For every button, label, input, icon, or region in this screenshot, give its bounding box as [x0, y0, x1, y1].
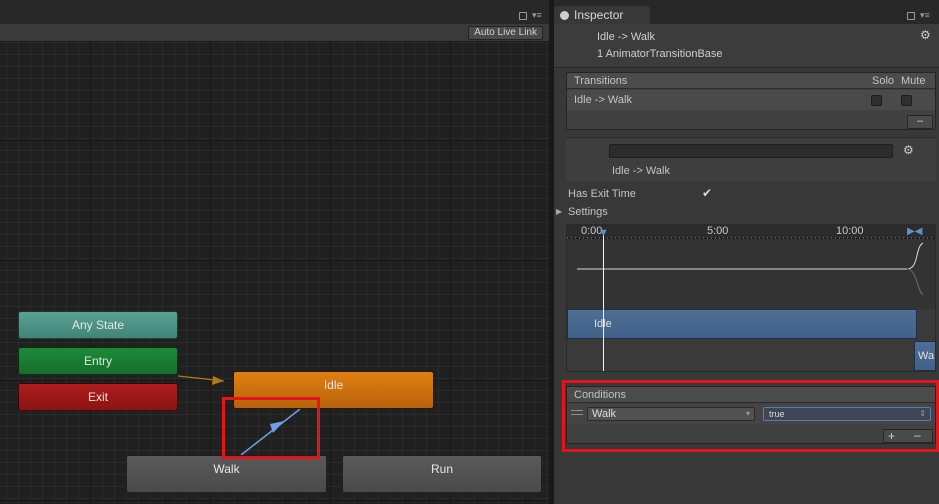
- state-node-any-state[interactable]: Any State: [18, 311, 178, 339]
- timeline-playhead[interactable]: [603, 233, 604, 371]
- inspector-title: Idle -> Walk: [597, 31, 655, 43]
- entry-to-idle-arrowhead: [212, 376, 224, 385]
- transition-timeline[interactable]: 0:00 5:00 10:00 ▶◀ Idle Wa ▼: [566, 224, 936, 372]
- inspector-subtitle: 1 AnimatorTransitionBase: [597, 48, 723, 60]
- info-icon: [560, 11, 569, 20]
- transitions-header: Transitions Solo Mute: [567, 73, 935, 89]
- animator-graph[interactable]: ▾≡ Auto Live Link Any State Entry Exit I…: [0, 0, 549, 504]
- inspector-header: Idle -> Walk 1 AnimatorTransitionBase ⚙: [554, 24, 939, 68]
- window-menu-icon[interactable]: ▾≡: [920, 10, 930, 21]
- transitions-list: Transitions Solo Mute Idle -> Walk –: [566, 72, 936, 130]
- transitions-heading: Transitions: [574, 75, 628, 87]
- mute-column-label: Mute: [901, 75, 926, 87]
- mute-checkbox[interactable]: [901, 95, 912, 106]
- settings-foldout-triangle-icon[interactable]: ▶: [556, 207, 562, 216]
- tab-inspector-label: Inspector: [574, 8, 624, 22]
- remove-transition-button[interactable]: –: [907, 115, 933, 129]
- lock-icon[interactable]: [907, 12, 915, 20]
- gear-icon[interactable]: ⚙: [903, 143, 914, 157]
- transition-row[interactable]: Idle -> Walk: [567, 90, 935, 110]
- weight-curve: [577, 242, 924, 296]
- timeline-ruler: 0:00 5:00 10:00 ▶◀: [567, 225, 935, 239]
- state-node-run[interactable]: Run: [342, 455, 542, 493]
- playhead-marker-icon[interactable]: ▼: [598, 227, 609, 239]
- transition-row-label: Idle -> Walk: [574, 94, 632, 106]
- tab-inspector[interactable]: Inspector: [554, 6, 650, 24]
- solo-column-label: Solo: [872, 75, 895, 87]
- transition-curve-area: [567, 239, 935, 309]
- transition-highlight-box: [222, 397, 320, 459]
- state-node-entry[interactable]: Entry: [18, 347, 178, 375]
- transition-end-markers-icon[interactable]: ▶◀: [907, 226, 922, 237]
- timeline-clip-walk[interactable]: Wa: [914, 341, 935, 371]
- transition-name-field[interactable]: [609, 144, 893, 158]
- conditions-highlight-box: [562, 380, 939, 452]
- state-node-walk[interactable]: Walk: [126, 455, 327, 493]
- has-exit-time-label: Has Exit Time: [568, 188, 636, 200]
- solo-checkbox[interactable]: [871, 95, 882, 106]
- has-exit-time-checkbox[interactable]: ✔: [702, 187, 714, 200]
- settings-foldout-label[interactable]: Settings: [568, 206, 608, 218]
- timeline-clip-idle[interactable]: Idle: [567, 309, 917, 339]
- inspector-tabbar: Inspector ▾≡: [554, 0, 939, 24]
- inspector-panel: Inspector ▾≡ Idle -> Walk 1 AnimatorTran…: [554, 0, 939, 504]
- transition-name-label: Idle -> Walk: [612, 165, 670, 177]
- state-node-exit[interactable]: Exit: [18, 383, 178, 411]
- gear-icon[interactable]: ⚙: [920, 28, 931, 42]
- transition-name-section: ⚙ Idle -> Walk: [566, 137, 936, 181]
